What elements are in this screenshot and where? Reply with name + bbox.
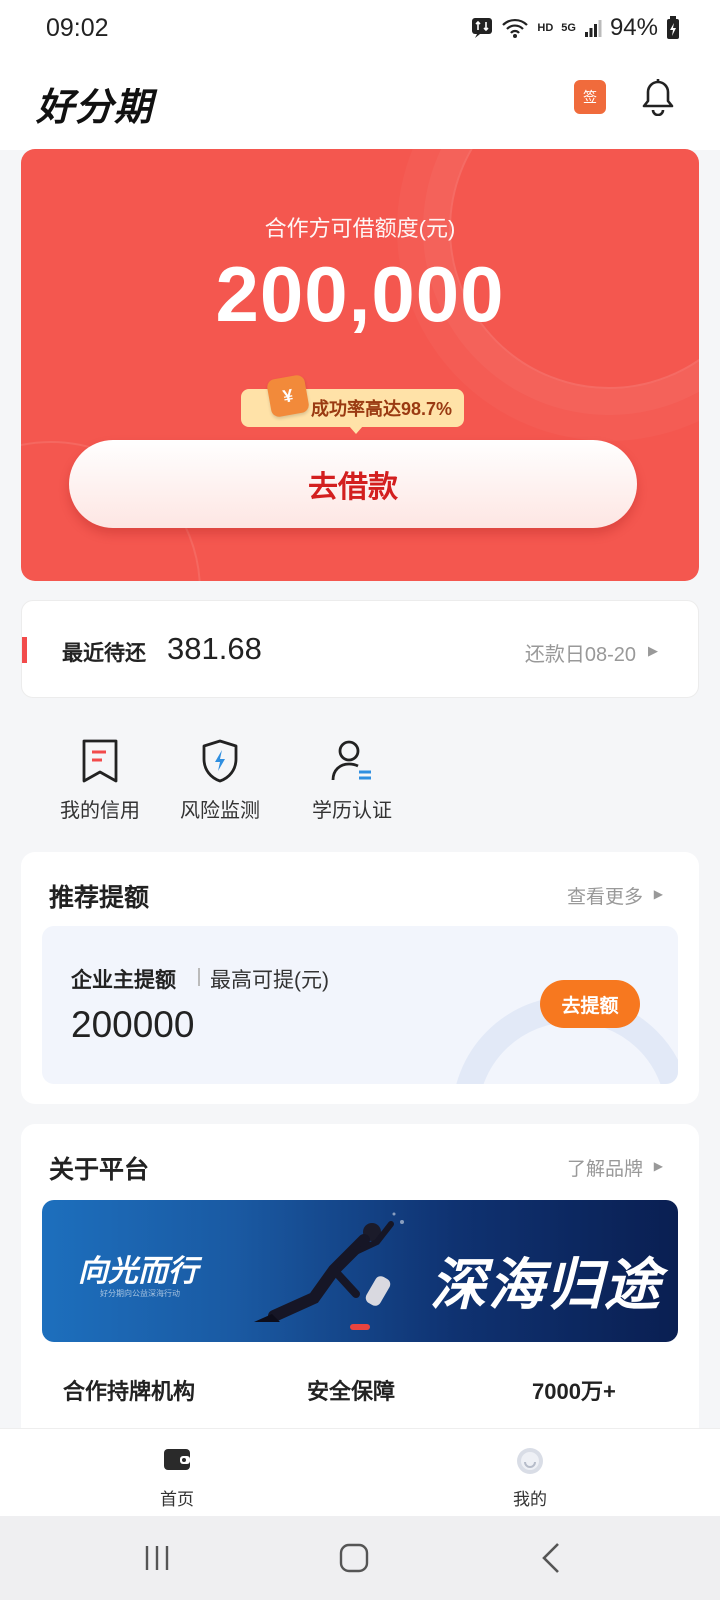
battery-icon	[667, 16, 679, 39]
wifi-icon	[502, 18, 529, 38]
stat-users: 7000万+	[532, 1379, 616, 1404]
repayment-row[interactable]: 最近待还 381.68 还款日08-20 ▶	[21, 600, 699, 698]
shortcut-label: 我的信用	[60, 800, 140, 822]
diver-illustration	[254, 1212, 404, 1322]
stat-licensed-partners: 合作持牌机构	[63, 1379, 196, 1404]
repayment-amount: 381.68	[167, 631, 262, 666]
divider	[198, 968, 200, 986]
shortcut-my-credit[interactable]: 我的信用	[40, 738, 160, 838]
shortcut-risk-monitor[interactable]: 风险监测	[160, 738, 280, 838]
tab-label: 首页	[160, 1490, 194, 1509]
tab-mine[interactable]: 我的	[470, 1429, 590, 1517]
hd-indicator: HD	[537, 22, 554, 34]
success-rate-tag: ¥ 成功率高达98.7%	[241, 373, 465, 434]
shortcut-label: 风险监测	[180, 800, 260, 822]
shield-icon	[202, 739, 238, 783]
chevron-right-icon: ▶	[648, 643, 658, 658]
system-nav-bar	[0, 1516, 720, 1600]
profile-icon	[517, 1448, 543, 1474]
credit-limit-card: 合作方可借额度(元) 200,000 ¥ 成功率高达98.7% 去借款	[21, 149, 699, 581]
app-header: 好分期 签	[0, 60, 720, 150]
quota-title: 企业主提额	[71, 969, 176, 992]
chevron-right-icon: ▶	[653, 887, 663, 901]
banner-headline: 深海归途	[430, 1253, 662, 1316]
status-bar: 09:02 HD 5G 94%	[0, 0, 720, 60]
back-icon[interactable]	[540, 1542, 562, 1574]
tab-label: 我的	[513, 1490, 547, 1509]
shortcut-education-verify[interactable]: 学历认证	[292, 738, 412, 838]
section-title: 推荐提额	[49, 884, 150, 912]
credit-limit-amount: 200,000	[215, 250, 505, 338]
platform-stats: 合作持牌机构 安全保障 7000万+	[21, 1374, 699, 1414]
section-title: 关于平台	[49, 1156, 150, 1184]
user-education-icon	[331, 740, 371, 781]
signal-icon	[584, 20, 602, 37]
5g-indicator: 5G	[561, 22, 576, 34]
home-icon[interactable]	[339, 1543, 369, 1573]
repayment-marker	[22, 637, 27, 663]
borrow-button[interactable]: 去借款	[69, 440, 637, 528]
about-platform-card: 关于平台 了解品牌 ▶ 向光而行 好分期向公益深海行动 深海归途 合作持牌机构 …	[21, 1124, 699, 1444]
banner-slogan: 向光而行	[78, 1255, 198, 1288]
recent-apps-icon[interactable]	[143, 1544, 171, 1572]
quota-subtitle: 最高可提(元)	[210, 969, 329, 992]
repayment-label: 最近待还	[62, 642, 146, 665]
view-more-link[interactable]: 查看更多	[567, 882, 643, 909]
recommend-quota-card: 推荐提额 查看更多 ▶ 企业主提额 最高可提(元) 200000 去提额	[21, 852, 699, 1104]
quota-amount: 200000	[71, 1004, 195, 1045]
quota-offer: 企业主提额 最高可提(元) 200000 去提额	[42, 926, 678, 1084]
status-icons: HD 5G 94%	[471, 14, 680, 42]
success-rate-text: 成功率高达98.7%	[311, 399, 453, 419]
credit-limit-label: 合作方可借额度(元)	[264, 216, 456, 241]
tab-home[interactable]: 首页	[117, 1429, 237, 1517]
repayment-date: 还款日08-20	[524, 644, 636, 666]
clock: 09:02	[46, 14, 109, 42]
shortcut-grid: 我的信用 风险监测 学历认证	[40, 738, 440, 838]
notification-bell-icon[interactable]	[640, 78, 676, 116]
stat-security: 安全保障	[307, 1379, 396, 1404]
app-logo: 好分期	[36, 87, 154, 129]
shortcut-label: 学历认证	[312, 800, 392, 822]
brand-banner[interactable]: 向光而行 好分期向公益深海行动 深海归途	[42, 1200, 678, 1342]
bottom-tab-bar: 首页 我的	[0, 1428, 720, 1516]
coupon-icon: ¥	[265, 373, 311, 419]
credit-report-icon	[82, 739, 118, 783]
raise-quota-button[interactable]: 去提额	[540, 980, 640, 1028]
banner-slogan-sub: 好分期向公益深海行动	[100, 1289, 180, 1298]
wallet-icon	[164, 1449, 190, 1470]
learn-brand-link[interactable]: 了解品牌	[567, 1154, 643, 1181]
battery-percent: 94%	[609, 14, 658, 41]
data-transfer-icon	[472, 18, 493, 38]
chevron-right-icon: ▶	[653, 1159, 663, 1173]
carousel-indicator	[350, 1324, 370, 1330]
checkin-calendar-icon[interactable]: 签	[574, 80, 606, 114]
